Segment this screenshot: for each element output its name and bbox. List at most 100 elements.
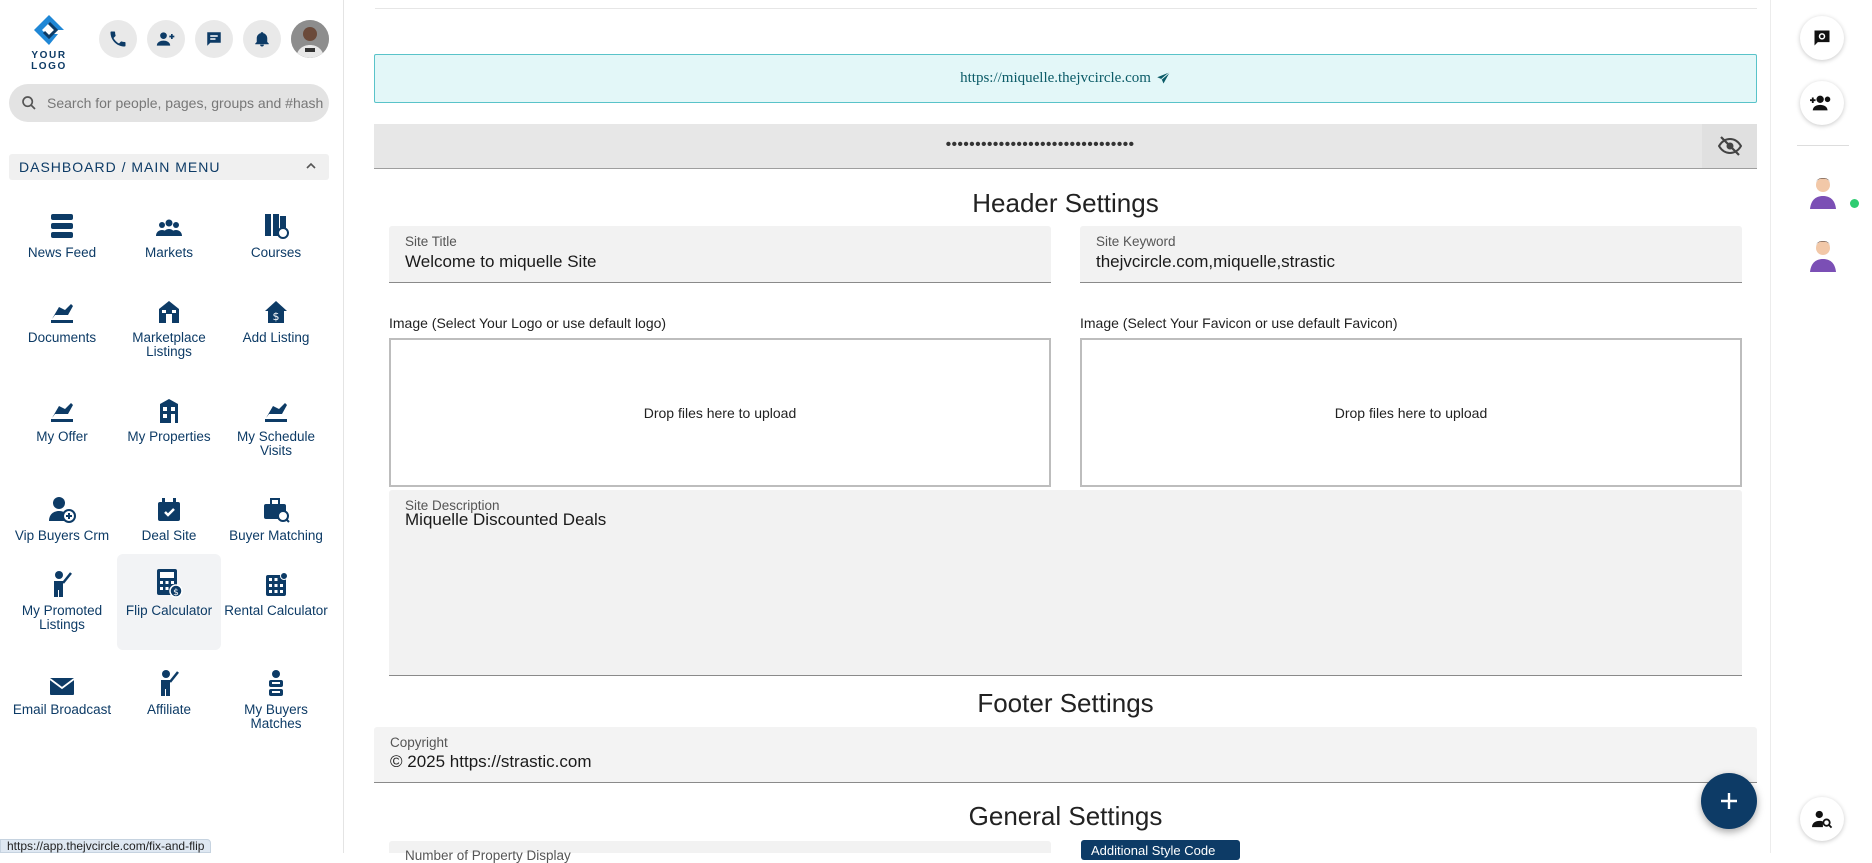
phone-button[interactable] <box>99 20 137 58</box>
dropzone-text: Drop files here to upload <box>1334 404 1488 421</box>
contact-user-avatar[interactable] <box>1805 236 1841 272</box>
person-presenting-icon <box>54 571 72 597</box>
menu-item-label: Email Broadcast <box>12 702 112 717</box>
menu-item-label: Flip Calculator <box>125 603 213 618</box>
chat-icon <box>207 32 221 46</box>
envelope-icon <box>49 678 75 695</box>
menu-item-label: My Offer <box>36 429 88 444</box>
site-description-value[interactable]: Miquelle Discounted Deals <box>405 510 606 530</box>
site-title-label: Site Title <box>405 234 457 249</box>
menu-item-news-feed[interactable]: News Feed <box>10 196 114 292</box>
handshake-icon <box>51 403 73 422</box>
menu-item-label: Markets <box>144 245 193 260</box>
online-status-dot <box>1850 199 1859 208</box>
site-description-field[interactable]: Site Description Miquelle Discounted Dea… <box>389 490 1742 676</box>
menu-item-affiliate[interactable]: Affiliate <box>117 653 221 749</box>
property-display-field[interactable]: Number of Property Display <box>389 841 1051 863</box>
site-keyword-label: Site Keyword <box>1096 234 1176 249</box>
search-input[interactable] <box>47 84 323 122</box>
calculator-icon: $ <box>157 569 183 598</box>
add-group-member-button[interactable] <box>1800 81 1844 125</box>
divider <box>1797 145 1849 146</box>
menu-item-label: My Properties <box>127 429 211 444</box>
menu-item-my-schedule-visits[interactable]: My Schedule Visits <box>224 380 328 476</box>
phone-icon <box>110 31 126 47</box>
menu-item-label: Deal Site <box>141 528 197 543</box>
menu-item-add-listing[interactable]: $ Add Listing <box>224 281 328 377</box>
find-user-button[interactable] <box>1800 797 1844 841</box>
dropzone-text: Drop files here to upload <box>643 404 797 421</box>
send-icon[interactable] <box>1156 71 1171 86</box>
chevron-up-icon[interactable] <box>305 160 317 172</box>
search-bar[interactable] <box>9 84 329 122</box>
sidebar: YOUR LOGO DASHBOARD / MAIN MENU News Fee… <box>0 0 344 853</box>
logo-mark-icon <box>34 15 64 45</box>
additional-style-code-button[interactable]: Additional Style Code <box>1081 840 1240 860</box>
menu-item-rental-calculator[interactable]: Rental Calculator <box>224 554 328 650</box>
logo-dropzone[interactable]: Drop files here to upload <box>389 338 1051 487</box>
logo-image-label: Image (Select Your Logo or use default l… <box>389 315 667 331</box>
person-presenting-icon <box>161 670 179 696</box>
copyright-label: Copyright <box>390 735 448 750</box>
house-dollar-icon: $ <box>265 301 287 323</box>
menu-item-label: My Buyers Matches <box>244 702 308 731</box>
add-user-icon <box>156 32 175 46</box>
chat-settings-button[interactable] <box>1800 16 1844 60</box>
courses-icon <box>265 214 289 239</box>
chat-gear-icon <box>1814 30 1830 46</box>
site-title-value[interactable]: Welcome to miquelle Site <box>405 252 597 272</box>
main-menu-title: DASHBOARD / MAIN MENU <box>19 159 221 175</box>
site-title-field[interactable]: Site Title Welcome to miquelle Site <box>389 226 1051 283</box>
divider <box>375 8 1757 9</box>
buyers-matches-icon <box>269 670 283 696</box>
add-friend-button[interactable] <box>147 20 185 58</box>
user-avatar[interactable] <box>291 20 329 58</box>
main-menu-header[interactable]: DASHBOARD / MAIN MENU <box>9 154 329 180</box>
site-url-box[interactable]: https://miquelle.thejvcircle.com <box>374 54 1757 103</box>
favicon-dropzone[interactable]: Drop files here to upload <box>1080 338 1742 487</box>
bell-icon <box>255 32 269 47</box>
menu-item-label: Rental Calculator <box>224 603 328 618</box>
copyright-value[interactable]: © 2025 https://strastic.com <box>390 752 592 772</box>
search-icon <box>22 96 36 110</box>
menu-item-label: Buyer Matching <box>229 528 323 543</box>
messages-button[interactable] <box>195 20 233 58</box>
group-add-icon <box>1810 95 1831 111</box>
footer-settings-title: Footer Settings <box>977 688 1154 718</box>
menu-item-markets[interactable]: Markets <box>117 196 221 292</box>
online-user-avatar[interactable] <box>1805 173 1841 209</box>
menu-item-marketplace-listings[interactable]: Marketplace Listings <box>117 281 221 377</box>
eye-slash-icon <box>1717 136 1742 156</box>
site-url-link[interactable]: https://miquelle.thejvcircle.com <box>960 70 1151 87</box>
menu-item-courses[interactable]: Courses <box>224 196 328 292</box>
main-content: https://miquelle.thejvcircle.com •••••••… <box>345 0 1770 863</box>
menu-item-documents[interactable]: Documents <box>10 281 114 377</box>
menu-item-email-broadcast[interactable]: Email Broadcast <box>10 653 114 749</box>
logo[interactable]: YOUR LOGO <box>12 14 86 72</box>
notifications-button[interactable] <box>243 20 281 58</box>
menu-item-my-offer[interactable]: My Offer <box>10 380 114 476</box>
calculator-icon <box>266 572 288 596</box>
right-rail <box>1770 0 1872 853</box>
copyright-field[interactable]: Copyright © 2025 https://strastic.com <box>374 727 1757 783</box>
site-keyword-field[interactable]: Site Keyword thejvcircle.com,miquelle,st… <box>1080 226 1742 283</box>
user-avatar-icon <box>1810 178 1836 209</box>
menu-item-my-promoted-listings[interactable]: My Promoted Listings <box>10 554 114 650</box>
calendar-deal-icon <box>158 498 180 521</box>
favicon-image-label: Image (Select Your Favicon or use defaul… <box>1080 315 1398 331</box>
general-settings-title: General Settings <box>968 801 1163 831</box>
markets-icon <box>156 219 182 236</box>
menu-item-flip-calculator[interactable]: $ Flip Calculator <box>117 554 221 650</box>
site-keyword-value[interactable]: thejvcircle.com,miquelle,strastic <box>1096 252 1335 272</box>
add-fab-button[interactable] <box>1701 773 1757 829</box>
menu-item-my-buyers-matches[interactable]: My Buyers Matches <box>224 653 328 749</box>
user-search-icon <box>1812 810 1833 829</box>
menu-item-label: Courses <box>250 245 302 260</box>
user-plus-icon <box>49 497 76 523</box>
briefcase-search-icon <box>264 498 290 523</box>
menu-item-label: Vip Buyers Crm <box>14 528 110 543</box>
menu-item-my-properties[interactable]: My Properties <box>117 380 221 476</box>
user-avatar-icon <box>1810 241 1836 272</box>
password-field[interactable]: •••••••••••••••••••••••••••••••• <box>374 124 1757 169</box>
toggle-password-button[interactable] <box>1702 124 1757 168</box>
